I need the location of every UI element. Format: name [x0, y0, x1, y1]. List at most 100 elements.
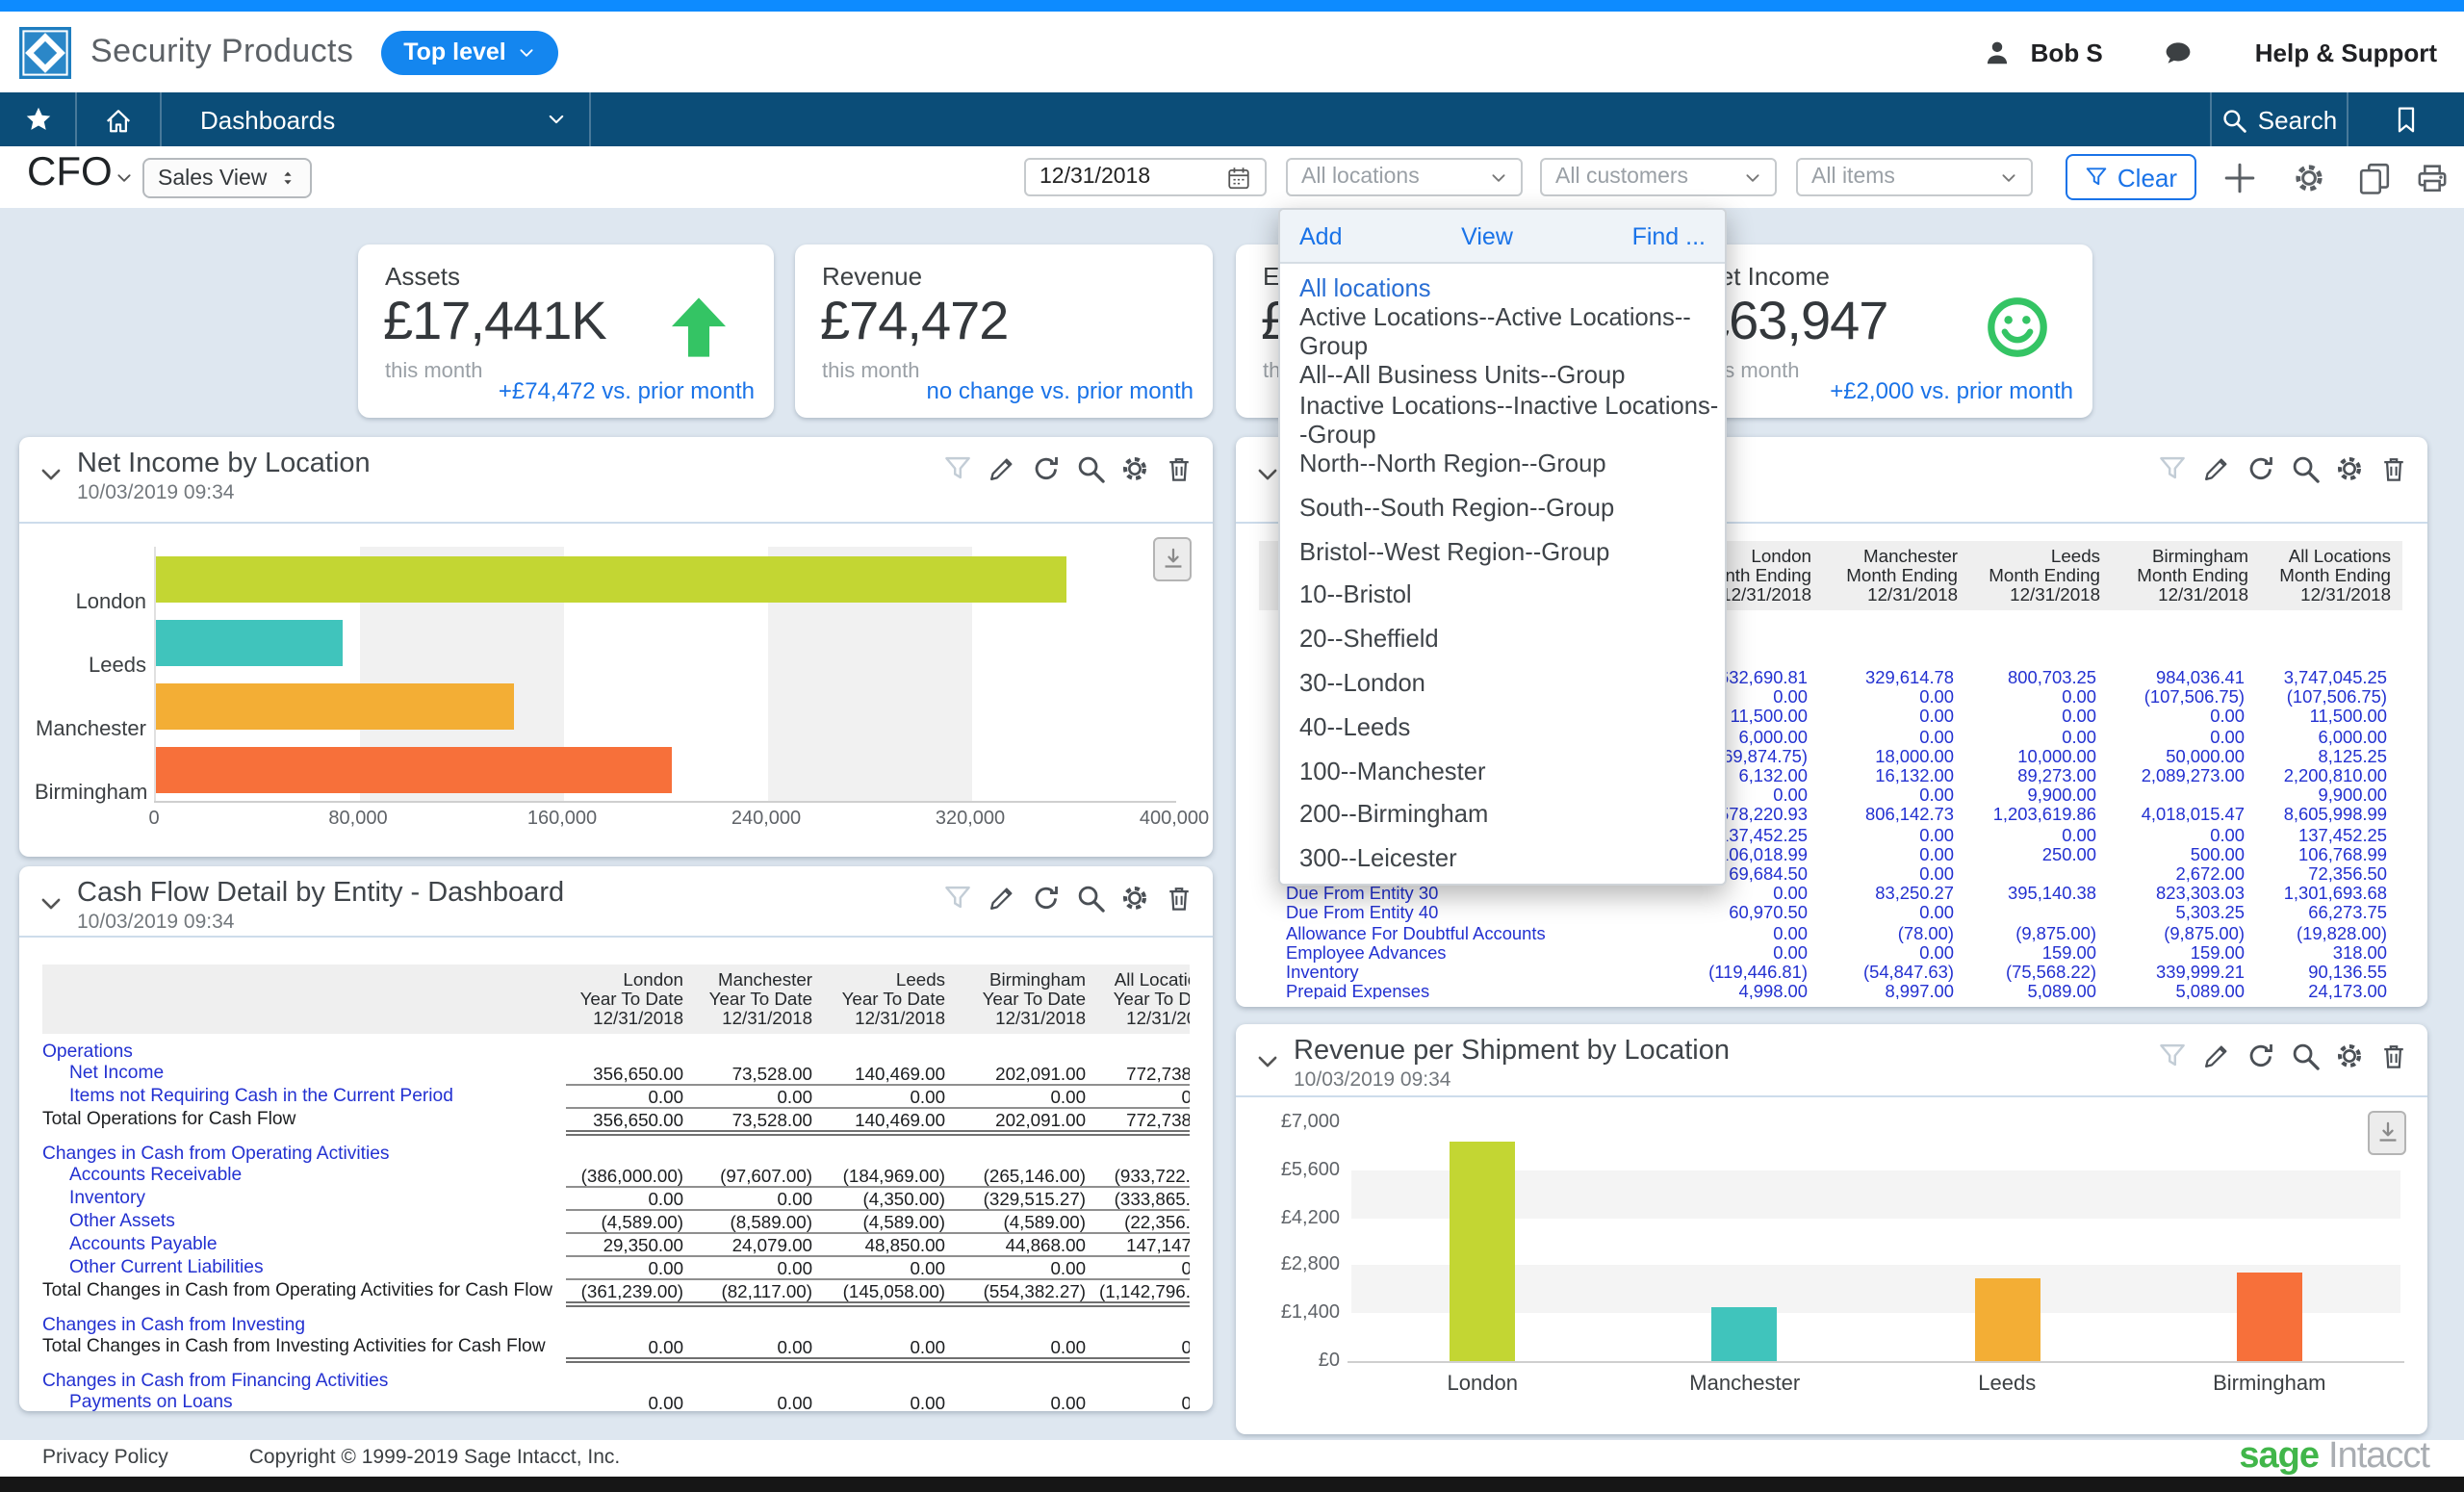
customer-filter-select[interactable]: All customers: [1540, 158, 1777, 196]
settings-icon[interactable]: [1120, 884, 1149, 913]
balance-cell[interactable]: 66,273.75: [2260, 904, 2402, 923]
balance-cell[interactable]: 6,000.00: [2260, 727, 2402, 746]
balance-cell[interactable]: 1,301,693.68: [2260, 884, 2402, 903]
balance-cell[interactable]: 0.00: [1677, 884, 1823, 903]
cash-flow-row-link[interactable]: Operations: [42, 1042, 566, 1063]
help-support-link[interactable]: Help & Support: [2255, 38, 2437, 66]
balance-cell[interactable]: 72,356.50: [2260, 864, 2402, 884]
filter-icon[interactable]: [943, 454, 972, 483]
balance-cell[interactable]: 4,018,015.47: [2112, 806, 2260, 825]
chat-icon[interactable]: [2165, 38, 2194, 66]
zoom-icon[interactable]: [2291, 454, 2320, 483]
balance-cell[interactable]: 0.00: [2112, 825, 2260, 844]
bar-manchester[interactable]: [156, 682, 514, 729]
balance-cell[interactable]: 106,768.99: [2260, 845, 2402, 864]
balance-cell[interactable]: 806,142.73: [1823, 806, 1969, 825]
cash-flow-row-link[interactable]: Payments on Loans: [42, 1392, 566, 1411]
cash-flow-row-link[interactable]: Changes in Cash from Investing: [42, 1315, 566, 1336]
balance-cell[interactable]: 2,200,810.00: [2260, 766, 2402, 785]
balance-cell[interactable]: 0.00: [1969, 707, 2112, 727]
balance-cell[interactable]: 5,089.00: [2112, 983, 2260, 1000]
balance-cell[interactable]: 50,000.00: [2112, 747, 2260, 766]
bar-london[interactable]: [156, 555, 1065, 602]
balance-cell[interactable]: (107,506.75): [2260, 687, 2402, 707]
delete-icon[interactable]: [1165, 884, 1194, 913]
balance-cell[interactable]: 3,747,045.25: [2260, 668, 2402, 687]
location-option[interactable]: 30--London: [1280, 660, 1725, 705]
filter-icon[interactable]: [2158, 1042, 2187, 1070]
cash-flow-row-link[interactable]: Items not Requiring Cash in the Current …: [42, 1086, 566, 1109]
balance-cell[interactable]: 0.00: [1823, 687, 1969, 707]
location-option[interactable]: South--South Region--Group: [1280, 485, 1725, 529]
balance-cell[interactable]: 0.00: [1677, 923, 1823, 942]
location-option[interactable]: Active Locations--Active Locations--Grou…: [1280, 310, 1725, 354]
balance-cell[interactable]: 9,900.00: [1969, 785, 2112, 805]
zoom-icon[interactable]: [2291, 1042, 2320, 1070]
balance-cell[interactable]: 984,036.41: [2112, 668, 2260, 687]
balance-row-link[interactable]: Employee Advances: [1259, 943, 1677, 963]
balance-cell[interactable]: 0.00: [1823, 707, 1969, 727]
balance-cell[interactable]: 0.00: [1823, 864, 1969, 884]
top-level-button[interactable]: Top level: [380, 30, 558, 74]
filter-icon[interactable]: [943, 884, 972, 913]
edit-icon[interactable]: [2202, 1042, 2231, 1070]
view-select[interactable]: Sales View: [142, 158, 311, 198]
balance-cell[interactable]: (19,828.00): [2260, 923, 2402, 942]
balance-cell[interactable]: 395,140.38: [1969, 884, 2112, 903]
balance-cell[interactable]: 339,999.21: [2112, 963, 2260, 982]
bar-birmingham[interactable]: [156, 746, 672, 792]
download-chart-button[interactable]: [1153, 537, 1192, 581]
balance-cell[interactable]: (78.00): [1823, 923, 1969, 942]
user-name[interactable]: Bob S: [2031, 38, 2103, 66]
cash-flow-row-link[interactable]: Other Assets: [42, 1211, 566, 1234]
edit-icon[interactable]: [988, 884, 1016, 913]
balance-cell[interactable]: 18,000.00: [1823, 747, 1969, 766]
balance-cell[interactable]: 83,250.27: [1823, 884, 1969, 903]
privacy-policy-link[interactable]: Privacy Policy: [42, 1447, 168, 1470]
home-button[interactable]: [77, 92, 162, 146]
balance-cell[interactable]: 0.00: [1677, 943, 1823, 963]
balance-cell[interactable]: 0.00: [1969, 727, 2112, 746]
delete-icon[interactable]: [1165, 454, 1194, 483]
balance-cell[interactable]: 0.00: [1969, 687, 2112, 707]
settings-icon[interactable]: [2335, 1042, 2364, 1070]
location-option[interactable]: Inactive Locations--Inactive Locations--…: [1280, 398, 1725, 442]
collapse-icon[interactable]: [1255, 462, 1280, 487]
kpi-card-net-income[interactable]: Net Income £63,947 this month +£2,000 vs…: [1675, 244, 2092, 418]
cash-flow-row-link[interactable]: Inventory: [42, 1188, 566, 1211]
bar-birmingham[interactable]: [2237, 1273, 2302, 1361]
balance-cell[interactable]: 60,970.50: [1677, 904, 1823, 923]
location-option[interactable]: Bristol--West Region--Group: [1280, 529, 1725, 574]
bar-manchester[interactable]: [1712, 1307, 1778, 1361]
chevron-down-icon[interactable]: [116, 169, 133, 187]
balance-row-link[interactable]: Due From Entity 40: [1259, 904, 1677, 923]
balance-cell[interactable]: 2,672.00: [2112, 864, 2260, 884]
balance-cell[interactable]: (75,568.22): [1969, 963, 2112, 982]
delete-icon[interactable]: [2379, 1042, 2408, 1070]
bar-leeds[interactable]: [156, 619, 344, 665]
collapse-icon[interactable]: [1255, 1049, 1280, 1074]
balance-cell[interactable]: 159.00: [2112, 943, 2260, 963]
balance-cell[interactable]: (9,875.00): [1969, 923, 2112, 942]
balance-cell[interactable]: 4,998.00: [1677, 983, 1823, 1000]
cash-flow-row-link[interactable]: Accounts Receivable: [42, 1165, 566, 1188]
balance-row-link[interactable]: Inventory: [1259, 963, 1677, 982]
balance-cell[interactable]: 137,452.25: [2260, 825, 2402, 844]
edit-icon[interactable]: [988, 454, 1016, 483]
balance-cell[interactable]: 0.00: [1823, 785, 1969, 805]
settings-icon[interactable]: [2335, 454, 2364, 483]
balance-cell[interactable]: 5,089.00: [1969, 983, 2112, 1000]
balance-cell[interactable]: 250.00: [1969, 845, 2112, 864]
settings-icon[interactable]: [1120, 454, 1149, 483]
location-option[interactable]: 20--Sheffield: [1280, 617, 1725, 661]
balance-cell[interactable]: 10,000.00: [1969, 747, 2112, 766]
cash-flow-row-link[interactable]: Net Income: [42, 1063, 566, 1086]
add-widget-button[interactable]: [2223, 162, 2256, 194]
search-button[interactable]: Search: [2212, 92, 2348, 146]
balance-cell[interactable]: 8,997.00: [1823, 983, 1969, 1000]
refresh-icon[interactable]: [1032, 454, 1061, 483]
filter-icon[interactable]: [2158, 454, 2187, 483]
cash-flow-row-link[interactable]: Changes in Cash from Operating Activitie…: [42, 1144, 566, 1165]
balance-cell[interactable]: 2,089,273.00: [2112, 766, 2260, 785]
date-input[interactable]: 12/31/2018: [1024, 158, 1267, 196]
